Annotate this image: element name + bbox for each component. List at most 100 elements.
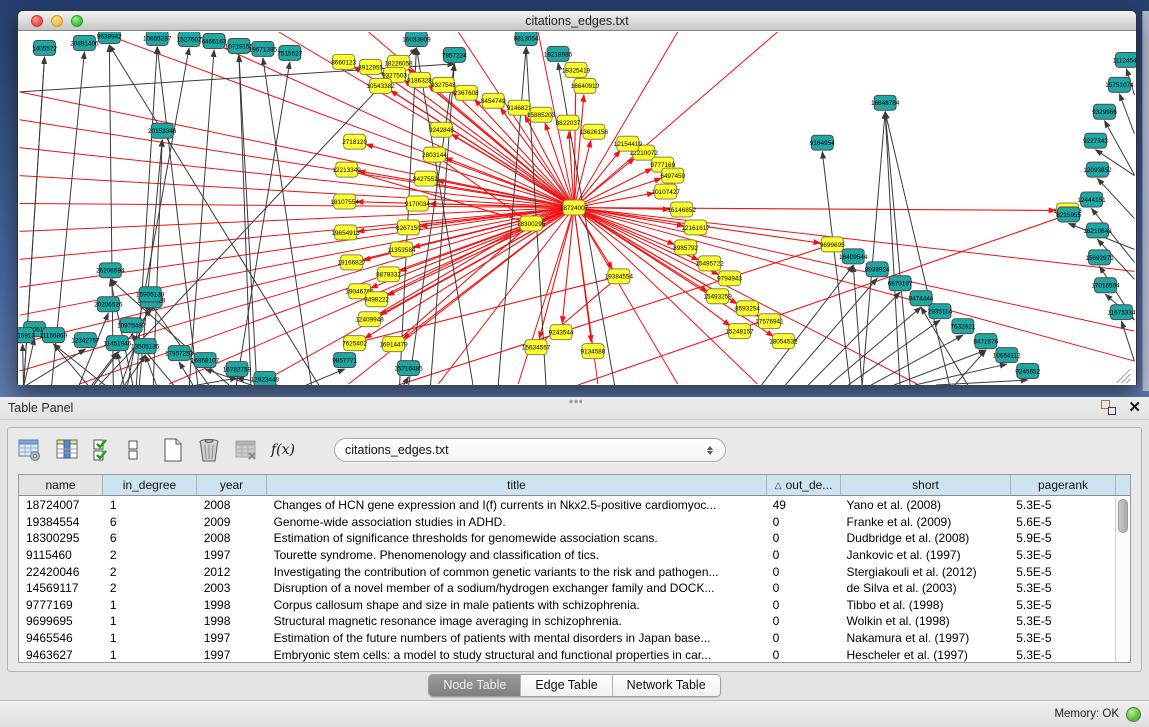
table-cell[interactable]: 9699695 bbox=[19, 614, 103, 628]
table-cell[interactable]: 0 bbox=[766, 648, 840, 662]
table-cell[interactable]: 5.3E-5 bbox=[1009, 581, 1114, 595]
yellow-node[interactable]: 8186328 bbox=[407, 72, 432, 87]
column-header-name[interactable]: name bbox=[19, 475, 103, 495]
float-panel-icon[interactable] bbox=[1101, 400, 1116, 415]
teal-node[interactable]: 6466163 bbox=[202, 33, 227, 48]
network-view-window[interactable]: citations_edges.txt 86601238912955182260… bbox=[17, 10, 1137, 385]
teal-node[interactable]: 20891406 bbox=[70, 35, 99, 50]
teal-node[interactable]: 11675334 bbox=[1108, 305, 1136, 320]
function-builder-icon[interactable]: f(x) bbox=[271, 437, 295, 463]
table-cell[interactable]: 18724007 bbox=[19, 498, 103, 512]
column-header-short[interactable]: short bbox=[841, 475, 1011, 495]
table-row[interactable]: 946362711997Embryonic stem cells: a mode… bbox=[19, 646, 1114, 662]
table-cell[interactable]: 0 bbox=[766, 598, 840, 612]
table-cell[interactable]: 1 bbox=[103, 648, 197, 662]
table-cell[interactable]: Nakamura et al. (1997) bbox=[840, 631, 1010, 645]
table-cell[interactable]: 2008 bbox=[197, 531, 267, 545]
teal-node[interactable]: 10975487 bbox=[117, 318, 146, 333]
teal-node[interactable]: 9164954 bbox=[810, 135, 835, 150]
yellow-node[interactable]: 15495722 bbox=[695, 256, 724, 271]
table-cell[interactable]: 6 bbox=[103, 515, 197, 529]
teal-node[interactable]: 16648784 bbox=[871, 95, 900, 110]
teal-node[interactable]: 8813054 bbox=[514, 32, 539, 45]
teal-node[interactable]: 3915913 bbox=[18, 328, 35, 343]
network-table-selector[interactable]: citations_edges.txt bbox=[334, 438, 726, 462]
teal-node[interactable]: 20153346 bbox=[148, 123, 177, 138]
network-window-titlebar[interactable]: citations_edges.txt bbox=[18, 11, 1136, 31]
teal-node[interactable]: 6879197 bbox=[888, 276, 913, 291]
teal-node[interactable]: 19671385 bbox=[249, 41, 278, 56]
teal-node[interactable]: 1405572 bbox=[32, 40, 57, 55]
yellow-node[interactable]: 2367608 bbox=[454, 85, 479, 100]
yellow-node[interactable]: 19166827 bbox=[337, 255, 366, 270]
table-cell[interactable]: Yano et al. (2008) bbox=[840, 498, 1010, 512]
table-cell[interactable]: Corpus callosum shape and size in male p… bbox=[267, 598, 766, 612]
table-cell[interactable]: 1997 bbox=[197, 648, 267, 662]
teal-node[interactable]: 7632621 bbox=[950, 319, 975, 334]
tab-network-table[interactable]: Network Table bbox=[613, 675, 720, 696]
yellow-node[interactable]: 8985792 bbox=[673, 240, 698, 255]
column-header-out_de[interactable]: △out_de... bbox=[767, 475, 841, 495]
teal-node[interactable]: 16409544 bbox=[839, 249, 868, 264]
yellow-node[interactable]: 18300295 bbox=[517, 216, 546, 231]
table-cell[interactable]: Franke et al. (2009) bbox=[840, 515, 1010, 529]
yellow-node[interactable]: 12213349 bbox=[332, 162, 361, 177]
teal-node[interactable]: 9857771 bbox=[332, 353, 357, 368]
table-cell[interactable]: 1 bbox=[103, 598, 197, 612]
table-cell[interactable]: 0 bbox=[766, 531, 840, 545]
row-height-icon[interactable] bbox=[127, 437, 139, 463]
teal-node[interactable]: 12923448 bbox=[251, 372, 280, 385]
table-cell[interactable]: 0 bbox=[766, 614, 840, 628]
teal-node[interactable]: 9329966 bbox=[1092, 104, 1117, 119]
table-cell[interactable]: 1997 bbox=[197, 548, 267, 562]
column-visibility-icon[interactable] bbox=[55, 437, 79, 463]
table-cell[interactable]: Estimation of the future numbers of pati… bbox=[267, 631, 766, 645]
yellow-node[interactable]: 16146852 bbox=[668, 202, 697, 217]
table-cell[interactable]: 9463627 bbox=[19, 648, 103, 662]
tab-edge-table[interactable]: Edge Table bbox=[521, 675, 612, 696]
table-cell[interactable]: 2 bbox=[103, 581, 197, 595]
tab-node-table[interactable]: Node Table bbox=[429, 675, 521, 696]
table-cell[interactable]: 5.3E-5 bbox=[1009, 614, 1114, 628]
table-cell[interactable]: Changes of HCN gene expression and I(f) … bbox=[267, 498, 766, 512]
table-cell[interactable]: 6 bbox=[103, 531, 197, 545]
table-cell[interactable]: 5.3E-5 bbox=[1009, 598, 1114, 612]
table-cell[interactable]: 0 bbox=[766, 631, 840, 645]
yellow-node[interactable]: 18107554 bbox=[330, 194, 359, 209]
teal-node[interactable]: 26206594 bbox=[96, 263, 125, 278]
teal-node[interactable]: 20206526 bbox=[94, 297, 123, 312]
yellow-node[interactable]: 17576941 bbox=[755, 314, 784, 329]
column-header-in_degree[interactable]: in_degree bbox=[103, 475, 197, 495]
table-row[interactable]: 969969511998Structural magnetic resonanc… bbox=[19, 613, 1114, 630]
table-cell[interactable]: 22420046 bbox=[19, 565, 103, 579]
teal-node[interactable]: 10654112 bbox=[993, 348, 1021, 363]
teal-node[interactable]: 19218986 bbox=[544, 46, 573, 61]
table-row[interactable]: 1938455462009Genome-wide association stu… bbox=[19, 514, 1114, 531]
table-cell[interactable]: Wolkin et al. (1998) bbox=[840, 614, 1010, 628]
yellow-node[interactable]: 15493259 bbox=[703, 289, 732, 304]
table-cell[interactable]: Tourette syndrome. Phenomenology and cla… bbox=[267, 548, 766, 562]
yellow-node[interactable]: 16914479 bbox=[379, 337, 408, 352]
table-cell[interactable]: 2 bbox=[103, 565, 197, 579]
table-cell[interactable]: 2003 bbox=[197, 581, 267, 595]
table-cell[interactable]: 9465546 bbox=[19, 631, 103, 645]
table-cell[interactable]: 5.3E-5 bbox=[1009, 631, 1114, 645]
yellow-node[interactable]: 2803144 bbox=[422, 147, 447, 162]
column-header-pagerank[interactable]: pagerank bbox=[1011, 475, 1116, 495]
yellow-node[interactable]: 18724007 bbox=[560, 200, 589, 215]
teal-node[interactable]: 1527602 bbox=[177, 32, 202, 46]
table-cell[interactable]: 1 bbox=[103, 614, 197, 628]
teal-node[interactable]: 12342757 bbox=[71, 333, 100, 348]
table-cell[interactable]: Estimation of significance thresholds fo… bbox=[267, 531, 766, 545]
teal-node[interactable]: 16033809 bbox=[402, 32, 431, 46]
teal-node[interactable]: 7857224 bbox=[442, 47, 467, 62]
table-cell[interactable]: Genome-wide association studies in ADHD. bbox=[267, 515, 766, 529]
teal-node[interactable]: 11124547 bbox=[1113, 52, 1136, 67]
yellow-node[interactable]: 12409948 bbox=[355, 312, 384, 327]
table-row[interactable]: 911546021997Tourette syndrome. Phenomeno… bbox=[19, 547, 1114, 564]
yellow-node[interactable]: 8593254 bbox=[735, 301, 760, 316]
table-cell[interactable]: 1 bbox=[103, 498, 197, 512]
column-header-year[interactable]: year bbox=[197, 475, 267, 495]
yellow-node[interactable]: 13626156 bbox=[580, 124, 609, 139]
yellow-node[interactable]: 19654913 bbox=[331, 225, 360, 240]
